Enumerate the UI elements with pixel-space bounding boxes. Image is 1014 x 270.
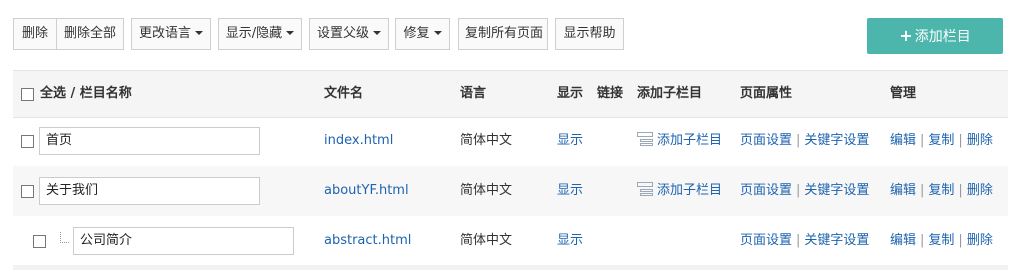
- table-row: 关于我们 aboutYF.html 简体中文 显示 添加子栏目 页面设置 | 关键字…: [13, 166, 1008, 216]
- add-subcolumn-icon: [637, 132, 653, 146]
- repair-label: 修复: [403, 26, 430, 41]
- column-name-input[interactable]: 公司简介: [73, 227, 294, 255]
- separator: |: [958, 133, 963, 148]
- show-toggle-link[interactable]: 显示: [557, 216, 583, 266]
- change-language-dropdown[interactable]: 更改语言: [131, 18, 211, 50]
- separator: |: [920, 183, 925, 198]
- delete-link[interactable]: 删除: [967, 233, 993, 248]
- language-value: 简体中文: [460, 183, 513, 198]
- delete-link[interactable]: 删除: [967, 183, 993, 198]
- manage-links: 编辑 | 复制 | 删除: [890, 166, 993, 216]
- separator: |: [920, 133, 925, 148]
- show-help-button[interactable]: 显示帮助: [555, 18, 624, 50]
- separator: |: [958, 233, 963, 248]
- add-subcolumn-link[interactable]: 添加子栏目: [637, 166, 722, 216]
- row-checkbox[interactable]: [21, 135, 34, 148]
- page-settings-link[interactable]: 页面设置: [740, 183, 792, 198]
- keyword-settings-link[interactable]: 关键字设置: [804, 133, 869, 148]
- separator: |: [796, 133, 801, 148]
- table-header: 全选 / 栏目名称 文件名 语言 显示 链接 添加子栏目 页面属性 管理: [13, 70, 1008, 118]
- row-checkbox[interactable]: [33, 235, 46, 248]
- show-help-label: 显示帮助: [563, 26, 616, 41]
- add-column-button[interactable]: + 添加栏目: [867, 18, 1003, 54]
- header-select-all-name[interactable]: 全选 / 栏目名称: [40, 71, 132, 117]
- manage-links: 编辑 | 复制 | 删除: [890, 216, 993, 266]
- caret-down-icon: [433, 31, 442, 35]
- header-language: 语言: [460, 86, 487, 101]
- edit-link[interactable]: 编辑: [890, 233, 916, 248]
- select-all-checkbox[interactable]: [21, 88, 34, 101]
- copy-all-pages-button[interactable]: 复制所有页面: [458, 18, 548, 50]
- copy-all-pages-label: 复制所有页面: [465, 26, 544, 41]
- show-hide-label: 显示/隐藏: [225, 26, 283, 41]
- filename-link[interactable]: aboutYF.html: [324, 166, 409, 216]
- table-row: 首页 index.html 简体中文 显示 添加子栏目 页面设置 | 关键字设置 编…: [13, 116, 1008, 166]
- delete-all-button[interactable]: 删除全部: [56, 18, 124, 50]
- caret-down-icon: [195, 31, 203, 35]
- add-subcolumn-icon: [637, 182, 653, 196]
- page-settings-link[interactable]: 页面设置: [740, 233, 792, 248]
- page-attributes-links: 页面设置 | 关键字设置: [740, 216, 869, 266]
- header-link: 链接: [597, 86, 624, 101]
- filename-link[interactable]: index.html: [324, 116, 393, 166]
- plus-icon: +: [899, 26, 913, 45]
- next-row-edge: [13, 265, 1008, 270]
- delete-all-button-label: 删除全部: [63, 26, 116, 41]
- language-value: 简体中文: [460, 133, 513, 148]
- page-attributes-links: 页面设置 | 关键字设置: [740, 116, 869, 166]
- keyword-settings-link[interactable]: 关键字设置: [804, 183, 869, 198]
- edit-link[interactable]: 编辑: [890, 133, 916, 148]
- add-subcolumn-link[interactable]: 添加子栏目: [637, 116, 722, 166]
- delete-link[interactable]: 删除: [967, 133, 993, 148]
- manage-links: 编辑 | 复制 | 删除: [890, 116, 993, 166]
- column-name-input[interactable]: 首页: [39, 127, 260, 155]
- separator: |: [796, 233, 801, 248]
- copy-link[interactable]: 复制: [928, 133, 954, 148]
- page-settings-link[interactable]: 页面设置: [740, 133, 792, 148]
- column-name-input[interactable]: 关于我们: [39, 177, 260, 205]
- table-row: 公司简介 abstract.html 简体中文 显示 页面设置 | 关键字设置 编辑…: [13, 216, 1008, 266]
- set-parent-dropdown[interactable]: 设置父级: [309, 18, 389, 50]
- filename-link[interactable]: abstract.html: [324, 216, 411, 266]
- add-column-label: 添加栏目: [914, 29, 971, 45]
- separator: |: [796, 183, 801, 198]
- header-page-attributes: 页面属性: [740, 86, 793, 101]
- header-manage: 管理: [890, 86, 917, 101]
- set-parent-label: 设置父级: [316, 26, 369, 41]
- copy-link[interactable]: 复制: [928, 183, 954, 198]
- header-filename: 文件名: [324, 86, 364, 101]
- copy-link[interactable]: 复制: [928, 233, 954, 248]
- repair-dropdown[interactable]: 修复: [395, 18, 450, 50]
- separator: |: [958, 183, 963, 198]
- separator: |: [920, 233, 925, 248]
- add-subcolumn-label: 添加子栏目: [657, 183, 723, 198]
- tree-branch-icon: [60, 232, 69, 243]
- keyword-settings-link[interactable]: 关键字设置: [804, 233, 869, 248]
- header-show: 显示: [557, 86, 584, 101]
- delete-button[interactable]: 删除: [13, 18, 57, 50]
- edit-link[interactable]: 编辑: [890, 183, 916, 198]
- add-subcolumn-label: 添加子栏目: [657, 133, 723, 148]
- caret-down-icon: [373, 31, 381, 35]
- caret-down-icon: [286, 31, 295, 35]
- show-toggle-link[interactable]: 显示: [557, 166, 583, 216]
- header-add-subcolumn: 添加子栏目: [637, 86, 703, 101]
- language-value: 简体中文: [460, 233, 513, 248]
- show-hide-dropdown[interactable]: 显示/隐藏: [218, 18, 302, 50]
- page-attributes-links: 页面设置 | 关键字设置: [740, 166, 869, 216]
- change-language-label: 更改语言: [138, 26, 191, 41]
- row-checkbox[interactable]: [21, 185, 34, 198]
- delete-button-label: 删除: [21, 26, 48, 41]
- show-toggle-link[interactable]: 显示: [557, 116, 583, 166]
